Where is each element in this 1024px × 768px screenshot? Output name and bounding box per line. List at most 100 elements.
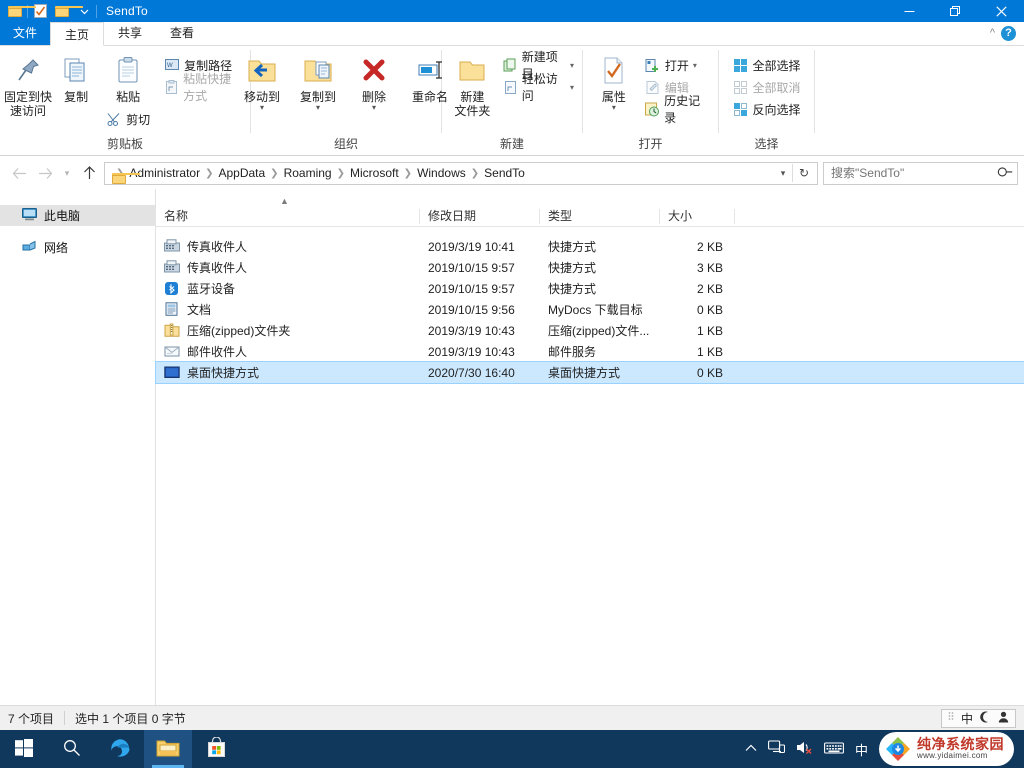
column-header-date[interactable]: 修改日期 — [420, 206, 540, 227]
move-to-button[interactable]: 移动到 ▾ — [234, 50, 290, 112]
store-button[interactable] — [192, 730, 240, 768]
copy-to-caret-icon[interactable]: ▾ — [316, 104, 320, 112]
back-button[interactable] — [6, 160, 32, 186]
volume-muted-icon[interactable] — [796, 740, 813, 758]
tab-share[interactable]: 共享 — [104, 21, 156, 45]
easy-access-button[interactable]: 轻松访问 ▾ — [499, 72, 578, 103]
ribbon-group-new: 新建 文件夹 新建项目 ▾ 轻松访问 ▾ 新建 — [442, 46, 582, 155]
moon-icon[interactable] — [980, 711, 991, 726]
paste-button[interactable]: 粘贴 — [100, 50, 156, 104]
delete-icon — [359, 54, 389, 88]
cut-button[interactable]: 剪切 — [102, 108, 154, 130]
table-row[interactable]: 传真收件人 2019/10/15 9:57 快捷方式 3 KB — [156, 257, 1024, 278]
breadcrumb-item-appdata[interactable]: AppData — [214, 163, 269, 184]
search-button[interactable] — [48, 730, 96, 768]
ribbon: 固定到快 速访问 复制 粘贴 剪切 W 复制路径 粘贴快捷方式 剪贴板 移动到 … — [0, 46, 1024, 156]
paste-column: 粘贴 剪切 — [100, 50, 156, 130]
close-button[interactable] — [978, 0, 1024, 22]
help-icon[interactable]: ? — [1001, 25, 1016, 41]
ribbon-group-open-body: 属性 ▾ 打开 ▾ 编辑 历史记录 — [587, 48, 714, 134]
breadcrumb-item-windows[interactable]: Windows — [413, 163, 470, 184]
properties-button[interactable]: 属性 ▾ — [587, 50, 641, 112]
ribbon-group-select: 全部选择 全部取消 反向选择 选择 — [719, 46, 814, 155]
new-item-caret-icon[interactable]: ▾ — [570, 61, 574, 70]
sidebar-item-network[interactable]: 网络 — [0, 237, 155, 258]
row-date-cell: 2019/3/19 10:43 — [428, 323, 515, 338]
row-name-label: 压缩(zipped)文件夹 — [187, 324, 291, 338]
search-box[interactable] — [823, 161, 1018, 185]
tray-ime-label[interactable]: 中 — [855, 740, 868, 759]
qat-properties-icon[interactable] — [29, 0, 51, 22]
breadcrumb-item-roaming[interactable]: Roaming — [280, 163, 336, 184]
drag-handle-icon[interactable] — [948, 711, 954, 726]
search-input[interactable] — [829, 165, 999, 181]
taskbar: 中 纯净系统家园 www.yidaimei.com — [0, 730, 1024, 768]
open-caret-icon[interactable]: ▾ — [693, 61, 697, 70]
new-folder-button[interactable]: 新建 文件夹 — [446, 50, 499, 118]
network-icon[interactable] — [768, 740, 786, 758]
tab-file[interactable]: 文件 — [0, 21, 51, 45]
move-to-label: 移动到 — [243, 90, 280, 104]
table-row[interactable]: 桌面快捷方式 2020/7/30 16:40 桌面快捷方式 0 KB — [155, 361, 1024, 384]
column-divider-3[interactable] — [734, 208, 735, 224]
open-button[interactable]: 打开 ▾ — [641, 54, 714, 76]
svg-text:W: W — [167, 63, 173, 69]
collapse-ribbon-icon[interactable]: ^ — [990, 27, 995, 39]
user-icon[interactable] — [998, 711, 1009, 726]
breadcrumb[interactable]: ❯ Administrator ❯ AppData ❯ Roaming ❯ Mi… — [104, 161, 818, 185]
edge-button[interactable] — [96, 730, 144, 768]
tab-view[interactable]: 查看 — [156, 21, 208, 45]
refresh-icon[interactable]: ↻ — [793, 166, 815, 180]
qat-folder-icon[interactable] — [4, 0, 36, 22]
move-to-caret-icon[interactable]: ▾ — [260, 104, 264, 112]
copy-icon — [61, 54, 91, 88]
ime-mode-label[interactable]: 中 — [961, 710, 973, 727]
column-header-type[interactable]: 类型 — [540, 206, 660, 227]
delete-caret-icon[interactable]: ▾ — [372, 104, 376, 112]
column-header-name[interactable]: 名称 — [156, 206, 420, 227]
pin-to-quick-access-button[interactable]: 固定到快 速访问 — [4, 50, 52, 118]
breadcrumb-item-microsoft[interactable]: Microsoft — [346, 163, 403, 184]
properties-caret-icon[interactable]: ▾ — [612, 104, 616, 112]
delete-button[interactable]: 删除 ▾ — [346, 50, 402, 112]
select-all-button[interactable]: 全部选择 — [728, 54, 804, 76]
table-row[interactable]: 压缩(zipped)文件夹 2019/3/19 10:43 压缩(zipped)… — [156, 320, 1024, 341]
table-row[interactable]: 文档 2019/10/15 9:56 MyDocs 下载目标 0 KB — [156, 299, 1024, 320]
table-row[interactable]: 蓝牙设备 2019/10/15 9:57 快捷方式 2 KB — [156, 278, 1024, 299]
status-selection-info: 选中 1 个项目 0 字节 — [75, 711, 186, 726]
column-header-size[interactable]: 大小 — [660, 206, 735, 227]
qat-new-folder-icon[interactable] — [51, 0, 83, 22]
minimize-button[interactable] — [886, 0, 932, 22]
row-type-cell: 压缩(zipped)文件... — [548, 324, 650, 338]
copy-to-button[interactable]: 复制到 ▾ — [290, 50, 346, 112]
fax-icon — [164, 238, 180, 255]
row-name-label: 桌面快捷方式 — [187, 366, 260, 380]
file-explorer-button[interactable] — [144, 730, 192, 768]
column-header-name-label: 名称 — [164, 208, 189, 223]
up-button[interactable] — [76, 160, 102, 186]
invert-selection-button[interactable]: 反向选择 — [728, 98, 804, 120]
sort-ascending-icon: ▲ — [280, 196, 289, 206]
breadcrumb-item-sendto[interactable]: SendTo — [480, 163, 529, 184]
keyboard-icon[interactable] — [824, 741, 844, 758]
easy-access-caret-icon[interactable]: ▾ — [570, 83, 574, 92]
recent-locations-button[interactable]: ▾ — [58, 160, 76, 186]
table-row[interactable]: 邮件收件人 2019/3/19 10:43 邮件服务 1 KB — [156, 341, 1024, 362]
table-row[interactable]: 传真收件人 2019/3/19 10:41 快捷方式 2 KB — [156, 236, 1024, 257]
ime-toolbar[interactable]: 中 — [940, 708, 1016, 728]
breadcrumb-dropdown-icon[interactable]: ▾ — [774, 168, 792, 179]
delete-label: 删除 — [361, 90, 386, 104]
copy-button[interactable]: 复制 — [52, 50, 100, 104]
network-icon — [22, 240, 37, 256]
column-headers: ▲ 名称 修改日期 类型 大小 — [156, 196, 1024, 227]
qat-customize-chevron-icon[interactable] — [73, 0, 95, 22]
status-item-count: 7 个项目 — [8, 711, 55, 726]
start-button[interactable] — [0, 730, 48, 768]
select-none-button[interactable]: 全部取消 — [728, 76, 804, 98]
forward-button[interactable] — [32, 160, 58, 186]
maximize-button[interactable] — [932, 0, 978, 22]
tab-home[interactable]: 主页 — [50, 22, 105, 46]
history-button[interactable]: 历史记录 — [641, 94, 714, 125]
tray-overflow-icon[interactable] — [745, 742, 757, 756]
sidebar-item-this-pc[interactable]: 此电脑 — [0, 205, 155, 226]
